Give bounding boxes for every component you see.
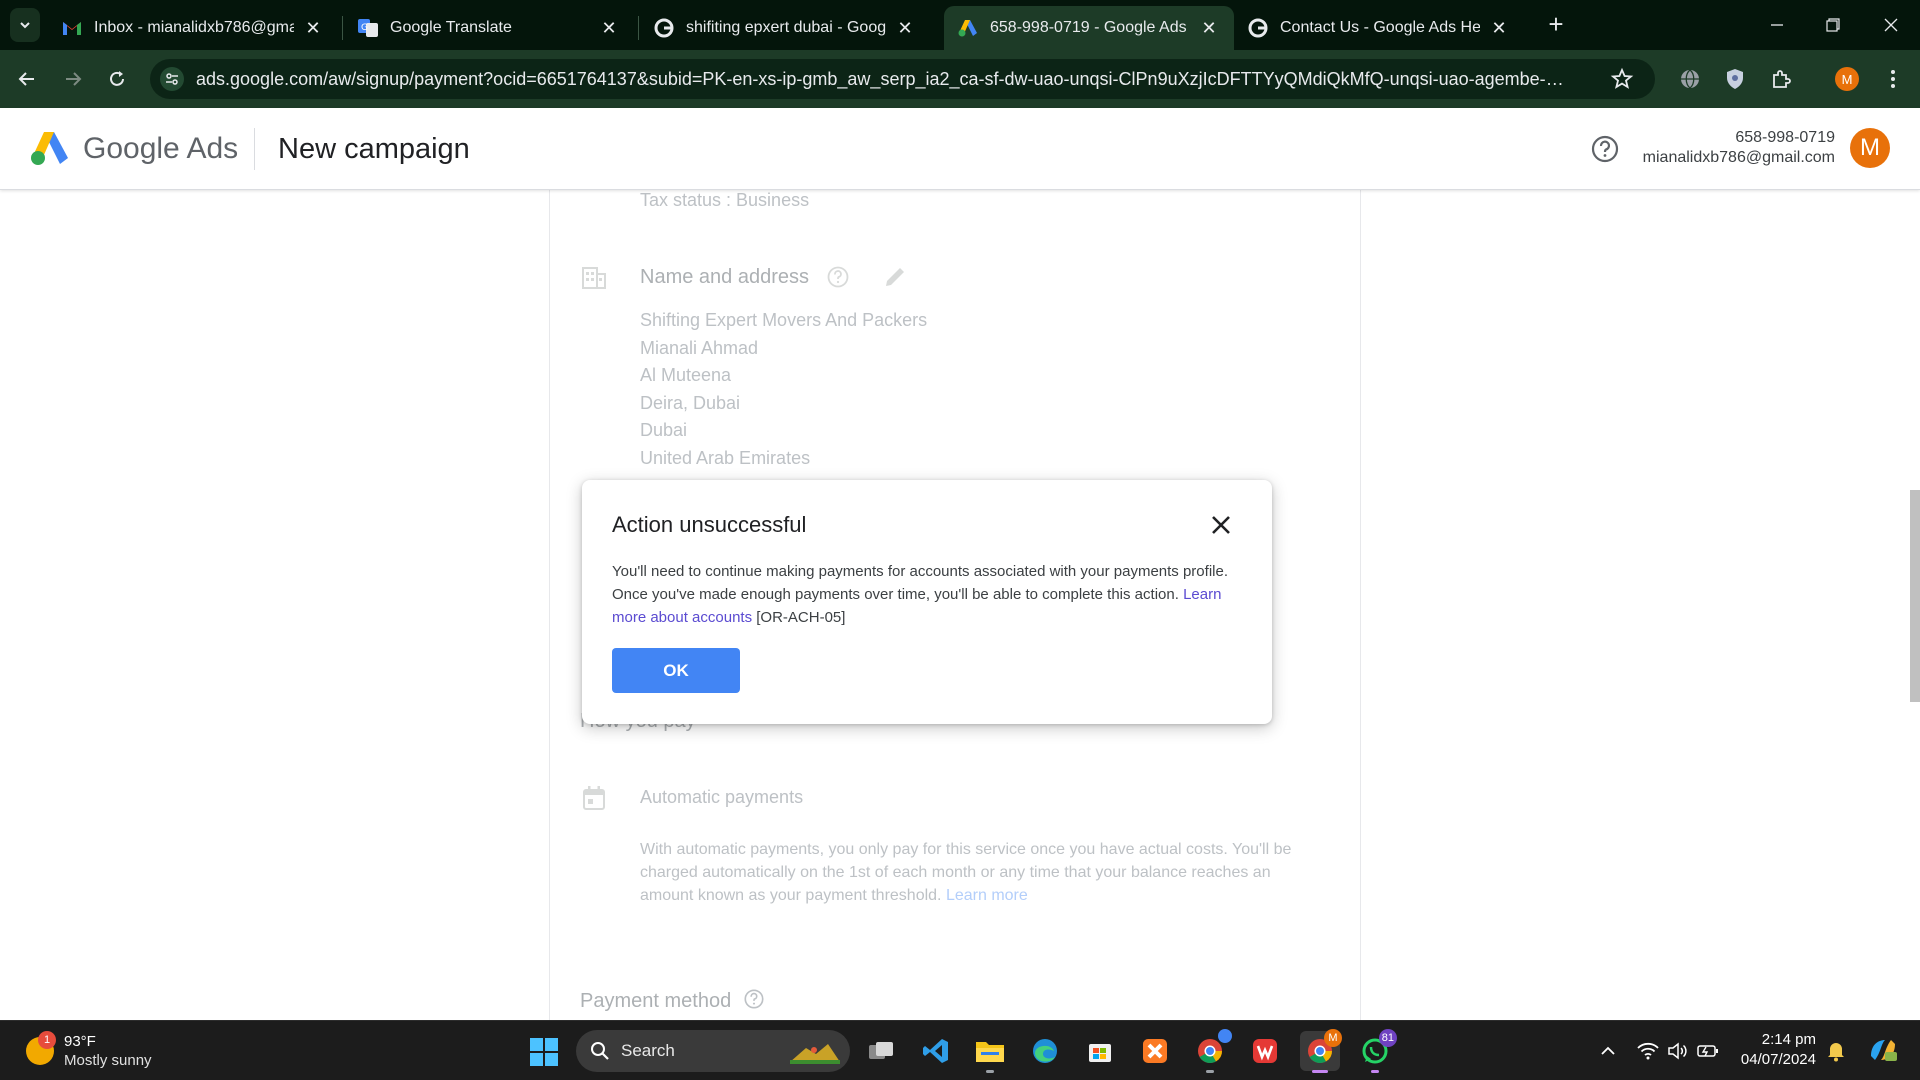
edge-icon[interactable]: [1025, 1031, 1065, 1071]
browser-tab-contact[interactable]: Contact Us - Google Ads Help ✕: [1234, 6, 1524, 50]
ok-button[interactable]: OK: [612, 648, 740, 693]
browser-tab-google-ads[interactable]: 658-998-0719 - Google Ads ✕: [944, 6, 1234, 50]
address-bar[interactable]: ads.google.com/aw/signup/payment?ocid=66…: [150, 59, 1655, 99]
browser-tab-gmail[interactable]: Inbox - mianalidxb786@gmail.c ✕: [48, 6, 338, 50]
whatsapp-badge: 81: [1378, 1029, 1397, 1047]
copilot-icon[interactable]: [1866, 1035, 1900, 1065]
forward-arrow-icon[interactable]: [58, 64, 88, 94]
search-icon: [590, 1041, 610, 1061]
tab-title: Inbox - mianalidxb786@gmail.c: [94, 19, 294, 36]
url-text: ads.google.com/aw/signup/payment?ocid=66…: [196, 69, 1566, 89]
weather-badge: 1: [38, 1031, 56, 1049]
show-hidden-icons-chevron-icon[interactable]: [1596, 1039, 1620, 1063]
account-id: 658-998-0719: [1735, 129, 1835, 146]
account-email: mianalidxb786@gmail.com: [1642, 149, 1835, 166]
tab-separator: [638, 16, 639, 40]
new-tab-button[interactable]: +: [1543, 11, 1569, 38]
chrome-profile-badge: [1218, 1029, 1232, 1043]
browser-tab-translate[interactable]: G Google Translate ✕: [344, 6, 634, 50]
battery-icon[interactable]: [1696, 1039, 1720, 1063]
windows-start-icon[interactable]: [529, 1037, 559, 1067]
browser-tab-search[interactable]: shifiting epxert dubai - Google ✕: [640, 6, 930, 50]
google-ads-icon: [958, 18, 978, 38]
system-clock[interactable]: 2:14 pm 04/07/2024: [1724, 1031, 1816, 1068]
weather-condition: Mostly sunny: [64, 1052, 152, 1069]
chrome-profile-badge: M: [1324, 1029, 1342, 1047]
weather-temp: 93°F: [64, 1033, 96, 1050]
task-view-icon[interactable]: [861, 1031, 901, 1071]
google-translate-icon: G: [358, 18, 378, 38]
taskbar-search[interactable]: Search: [576, 1030, 850, 1072]
error-dialog: Action unsuccessful You'll need to conti…: [582, 480, 1272, 724]
dialog-body-text: You'll need to continue making payments …: [612, 563, 1228, 603]
google-ads-logo-icon[interactable]: [30, 130, 70, 166]
chrome-icon[interactable]: [1190, 1029, 1232, 1073]
active-indicator: [1312, 1070, 1328, 1073]
tab-title: Google Translate: [390, 19, 512, 36]
gmail-icon: [62, 18, 82, 38]
profile-initial: M: [1835, 67, 1859, 91]
site-settings-icon[interactable]: [160, 67, 184, 91]
volume-icon[interactable]: [1666, 1039, 1690, 1063]
help-icon[interactable]: [1590, 134, 1620, 164]
weather-widget[interactable]: 1 93°F Mostly sunny: [26, 1031, 206, 1071]
google-ads-header: Google Ads New campaign 658-998-0719 mia…: [0, 108, 1920, 190]
running-indicator: [986, 1070, 994, 1073]
tab-title: shifiting epxert dubai - Google: [686, 19, 886, 36]
back-arrow-icon[interactable]: [12, 64, 42, 94]
error-code: [OR-ACH-05]: [756, 609, 846, 626]
close-tab-icon[interactable]: ✕: [1198, 17, 1220, 39]
whatsapp-icon[interactable]: 81: [1355, 1029, 1397, 1073]
running-indicator: [1371, 1070, 1379, 1073]
google-icon: [654, 18, 674, 38]
translate-extension-icon[interactable]: [1677, 66, 1703, 92]
windows-taskbar: 1 93°F Mostly sunny Search M 81 2:14 pm …: [0, 1020, 1920, 1080]
more-menu-icon[interactable]: [1880, 66, 1906, 92]
tab-title: 658-998-0719 - Google Ads: [990, 19, 1187, 36]
google-icon: [1248, 18, 1268, 38]
close-tab-icon[interactable]: ✕: [302, 17, 324, 39]
running-indicator: [1206, 1070, 1214, 1073]
bookmark-star-icon[interactable]: [1610, 67, 1634, 91]
profile-button[interactable]: M: [1834, 66, 1860, 92]
minimize-icon[interactable]: [1762, 10, 1792, 40]
svg-text:G: G: [361, 23, 368, 33]
dialog-title: Action unsuccessful: [612, 512, 807, 537]
tab-separator: [342, 16, 343, 40]
clock-time: 2:14 pm: [1761, 1031, 1816, 1048]
reload-icon[interactable]: [102, 64, 132, 94]
avatar[interactable]: M: [1850, 128, 1890, 168]
browser-toolbar: ads.google.com/aw/signup/payment?ocid=66…: [0, 50, 1920, 108]
dialog-message: You'll need to continue making payments …: [612, 560, 1242, 629]
close-window-icon[interactable]: [1876, 10, 1906, 40]
restore-icon[interactable]: [1818, 10, 1848, 40]
page-title: New campaign: [278, 133, 470, 165]
chrome-active-icon[interactable]: M: [1300, 1029, 1342, 1073]
notification-bell-icon[interactable]: [1824, 1039, 1848, 1063]
wps-office-icon[interactable]: [1245, 1031, 1285, 1071]
close-tab-icon[interactable]: ✕: [1488, 17, 1510, 39]
extensions-puzzle-icon[interactable]: [1768, 66, 1794, 92]
close-tab-icon[interactable]: ✕: [598, 17, 620, 39]
browser-tab-strip: Inbox - mianalidxb786@gmail.c ✕ G Google…: [0, 0, 1920, 50]
shield-extension-icon[interactable]: [1722, 66, 1748, 92]
brand-google: Google: [83, 132, 180, 165]
clock-date: 04/07/2024: [1740, 1051, 1816, 1068]
search-label: Search: [621, 1041, 675, 1060]
brand-ads: Ads: [186, 132, 239, 165]
search-highlight-icon: [788, 1038, 842, 1066]
close-icon[interactable]: [1206, 510, 1236, 540]
microsoft-store-icon[interactable]: [1080, 1031, 1120, 1071]
wifi-icon[interactable]: [1636, 1039, 1660, 1063]
xampp-icon[interactable]: [1135, 1031, 1175, 1071]
close-tab-icon[interactable]: ✕: [894, 17, 916, 39]
file-explorer-icon[interactable]: [970, 1031, 1010, 1073]
tab-search-button[interactable]: [10, 8, 40, 42]
vscode-icon[interactable]: [916, 1031, 956, 1071]
chevron-down-icon: [20, 22, 30, 29]
tab-title: Contact Us - Google Ads Help: [1280, 19, 1480, 36]
header-divider: [254, 128, 255, 170]
account-info[interactable]: 658-998-0719 mianalidxb786@gmail.com: [1643, 129, 1835, 167]
product-name: Google Ads: [83, 132, 238, 166]
